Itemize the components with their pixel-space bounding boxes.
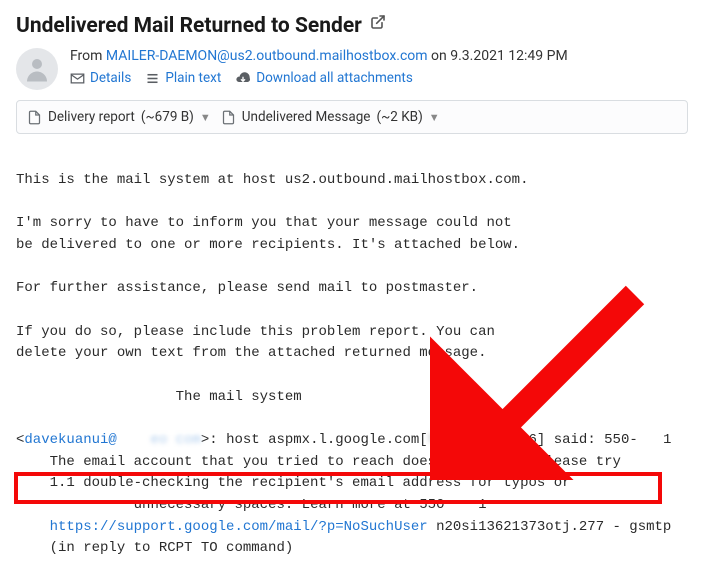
error-line: The email account that you tried to reac…	[16, 454, 529, 470]
download-all-button[interactable]: Download all attachments	[235, 70, 413, 86]
subject-row: Undelivered Mail Returned to Sender	[16, 14, 688, 38]
details-label: Details	[90, 70, 131, 86]
attachment-name: Undelivered Message	[242, 109, 371, 125]
message-header: From MAILER-DAEMON@us2.outbound.mailhost…	[16, 48, 688, 90]
meta-links: Details Plain text Download all attachme…	[70, 70, 688, 86]
details-button[interactable]: Details	[70, 70, 131, 86]
attachment-item[interactable]: Delivery report (~679 B) ▼	[27, 109, 211, 125]
recipient-email[interactable]: davekuanui@ eo com	[24, 432, 200, 448]
plaintext-button[interactable]: Plain text	[145, 70, 221, 86]
list-icon	[145, 71, 160, 86]
body-line: delete your own text from the attached r…	[16, 345, 486, 361]
avatar	[16, 48, 58, 90]
body-line: This is the mail system at host us2.outb…	[16, 172, 528, 188]
plaintext-label: Plain text	[165, 70, 221, 86]
file-icon	[221, 110, 236, 125]
body-line: If you do so, please include this proble…	[16, 324, 495, 340]
attachment-size: (~2 KB)	[376, 109, 422, 125]
from-address-link[interactable]: MAILER-DAEMON@us2.outbound.mailhostbox.c…	[106, 48, 428, 64]
file-icon	[27, 110, 42, 125]
from-label: From	[70, 48, 102, 64]
body-line: be delivered to one or more recipients. …	[16, 237, 520, 253]
body-line: The mail system	[16, 389, 302, 405]
support-link[interactable]: https://support.google.com/mail/?p=NoSuc…	[50, 519, 428, 535]
from-line: From MAILER-DAEMON@us2.outbound.mailhost…	[70, 48, 688, 64]
attachments-bar: Delivery report (~679 B) ▼ Undelivered M…	[16, 100, 688, 134]
body-line: 1.1 double-checking the recipient's emai…	[16, 475, 571, 491]
chevron-down-icon: ▼	[200, 111, 211, 124]
envelope-icon	[70, 71, 85, 86]
download-all-label: Download all attachments	[256, 70, 413, 86]
attachment-item[interactable]: Undelivered Message (~2 KB) ▼	[221, 109, 440, 125]
cloud-download-icon	[235, 70, 251, 86]
on-label: on	[431, 48, 447, 64]
body-line: (in reply to RCPT TO command)	[16, 540, 293, 556]
chevron-down-icon: ▼	[429, 111, 440, 124]
body-line: I'm sorry to have to inform you that you…	[16, 215, 512, 231]
attachment-name: Delivery report	[48, 109, 135, 125]
open-external-icon[interactable]	[370, 14, 386, 34]
message-body: This is the mail system at host us2.outb…	[16, 148, 688, 560]
message-date: 9.3.2021 12:49 PM	[450, 48, 567, 64]
subject-title: Undelivered Mail Returned to Sender	[16, 14, 362, 38]
body-line: For further assistance, please send mail…	[16, 280, 478, 296]
message-meta: From MAILER-DAEMON@us2.outbound.mailhost…	[70, 48, 688, 86]
attachment-size: (~679 B)	[141, 109, 194, 125]
